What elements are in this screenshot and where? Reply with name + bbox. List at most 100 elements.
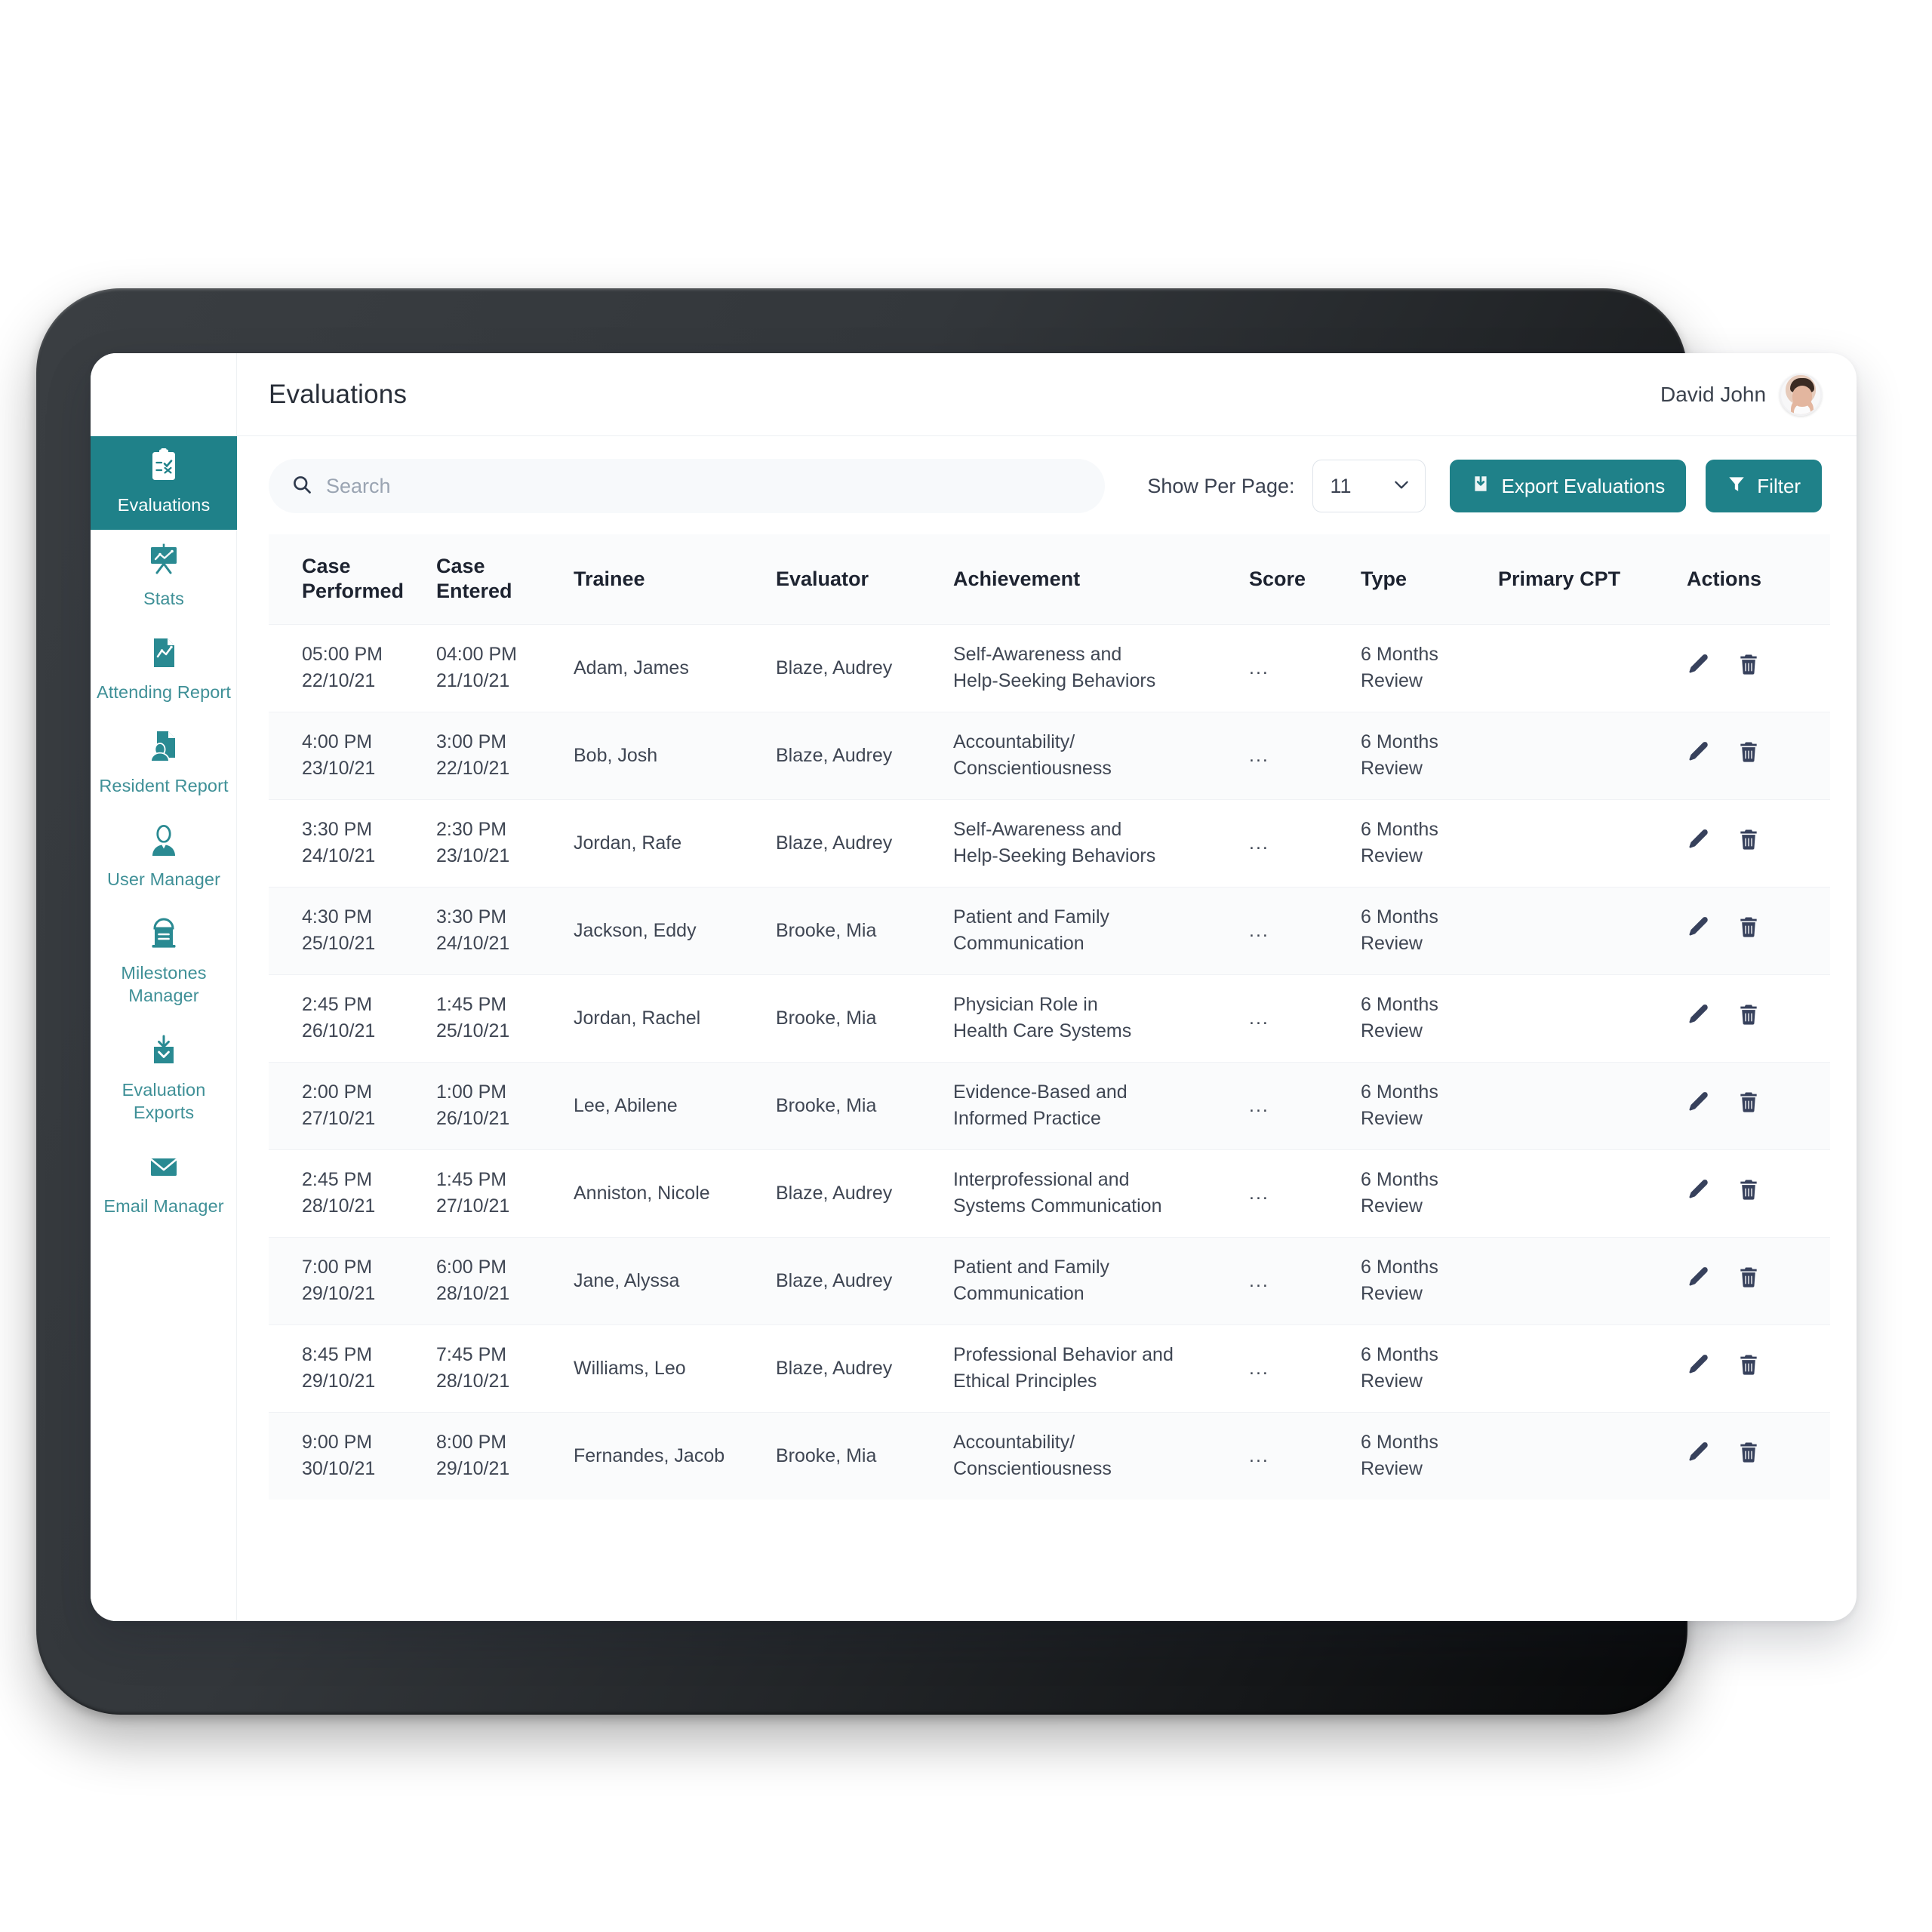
sidebar-item-label: Resident Report — [99, 776, 229, 796]
trash-delete-icon[interactable] — [1737, 740, 1761, 772]
type-line1: 6 Months — [1361, 1081, 1438, 1103]
sidebar-item-email-manager[interactable]: Email Manager — [91, 1137, 237, 1231]
trash-delete-icon[interactable] — [1737, 915, 1761, 947]
type-line2: Review — [1361, 1458, 1423, 1480]
cell-case-entered: 3:30 PM 24/10/21 — [436, 886, 574, 975]
cell-trainee: Jackson, Eddy — [574, 886, 776, 975]
cell-score: ... — [1249, 798, 1361, 888]
table-row[interactable]: 2:45 PM 28/10/21 1:45 PM 27/10/21 Annist… — [269, 1149, 1830, 1238]
trash-delete-icon[interactable] — [1737, 1352, 1761, 1385]
sidebar-item-attending-report[interactable]: Attending Report — [91, 623, 237, 717]
sidebar-item-milestones-manager[interactable]: Milestones Manager — [91, 904, 237, 1020]
column-header-score[interactable]: Score — [1249, 534, 1361, 624]
top-bar: Evaluations David John — [237, 353, 1857, 436]
sidebar-item-evaluation-exports[interactable]: Evaluation Exports — [91, 1021, 237, 1137]
cell-evaluator: Brooke, Mia — [776, 1061, 953, 1150]
table-row[interactable]: 2:45 PM 26/10/21 1:45 PM 25/10/21 Jordan… — [269, 974, 1830, 1063]
table-row[interactable]: 4:00 PM 23/10/21 3:00 PM 22/10/21 Bob, J… — [269, 711, 1830, 800]
sidebar-item-user-manager[interactable]: User Manager — [91, 811, 237, 904]
search-icon — [291, 474, 312, 499]
pencil-edit-icon[interactable] — [1687, 915, 1711, 947]
cell-case-performed: 2:00 PM 27/10/21 — [269, 1061, 436, 1150]
case-performed-date: 25/10/21 — [302, 933, 376, 955]
case-entered-date: 23/10/21 — [436, 845, 510, 867]
sidebar-item-stats[interactable]: Stats — [91, 530, 237, 623]
case-performed-time: 4:00 PM — [302, 731, 373, 752]
column-header-case-entered[interactable]: Case Entered — [436, 534, 574, 624]
case-entered-date: 29/10/21 — [436, 1458, 510, 1480]
column-header-case-performed[interactable]: Case Performed — [269, 534, 436, 624]
trash-delete-icon[interactable] — [1737, 652, 1761, 685]
table-row[interactable]: 7:00 PM 29/10/21 6:00 PM 28/10/21 Jane, … — [269, 1236, 1830, 1325]
export-evaluations-button[interactable]: Export Evaluations — [1450, 460, 1687, 512]
presentation-chart-icon — [97, 542, 231, 581]
app-window: Evaluations Stats Attending Report Resid… — [91, 353, 1857, 1621]
document-chart-icon — [97, 635, 231, 675]
trash-delete-icon[interactable] — [1737, 1090, 1761, 1122]
avatar[interactable] — [1780, 373, 1823, 416]
case-entered-time: 3:30 PM — [436, 906, 507, 928]
type-line1: 6 Months — [1361, 818, 1438, 840]
pencil-edit-icon[interactable] — [1687, 652, 1711, 685]
pencil-edit-icon[interactable] — [1687, 1002, 1711, 1035]
per-page-select[interactable]: 11 — [1312, 460, 1426, 512]
case-performed-date: 29/10/21 — [302, 1371, 376, 1392]
table-row[interactable]: 9:00 PM 30/10/21 8:00 PM 29/10/21 Fernan… — [269, 1411, 1830, 1500]
cell-achievement: Patient and Family Communication — [953, 1236, 1249, 1325]
user-menu[interactable]: David John — [1660, 373, 1823, 416]
column-header-type[interactable]: Type — [1361, 534, 1498, 624]
trash-delete-icon[interactable] — [1737, 1265, 1761, 1297]
column-header-trainee[interactable]: Trainee — [574, 534, 776, 624]
column-header-primary-cpt[interactable]: Primary CPT — [1498, 534, 1687, 624]
case-entered-time: 1:00 PM — [436, 1081, 507, 1103]
case-performed-date: 24/10/21 — [302, 845, 376, 867]
pencil-edit-icon[interactable] — [1687, 1177, 1711, 1210]
table-row[interactable]: 3:30 PM 24/10/21 2:30 PM 23/10/21 Jordan… — [269, 798, 1830, 888]
pencil-edit-icon[interactable] — [1687, 1090, 1711, 1122]
cell-trainee: Anniston, Nicole — [574, 1149, 776, 1238]
case-performed-time: 2:45 PM — [302, 1168, 373, 1190]
pencil-edit-icon[interactable] — [1687, 1265, 1711, 1297]
pencil-edit-icon[interactable] — [1687, 827, 1711, 860]
table-row[interactable]: 2:00 PM 27/10/21 1:00 PM 26/10/21 Lee, A… — [269, 1061, 1830, 1150]
cell-evaluator: Blaze, Audrey — [776, 1149, 953, 1238]
cell-score: ... — [1249, 623, 1361, 712]
cell-primary-cpt — [1498, 886, 1687, 975]
sidebar-item-resident-report[interactable]: Resident Report — [91, 717, 237, 811]
trash-delete-icon[interactable] — [1737, 1002, 1761, 1035]
case-performed-time: 9:00 PM — [302, 1431, 373, 1453]
case-performed-time: 3:30 PM — [302, 818, 373, 840]
cell-trainee: Jane, Alyssa — [574, 1236, 776, 1325]
column-header-achievement[interactable]: Achievement — [953, 534, 1249, 624]
trash-delete-icon[interactable] — [1737, 827, 1761, 860]
sidebar-item-label: User Manager — [106, 869, 221, 890]
filter-button[interactable]: Filter — [1706, 460, 1823, 512]
cell-type: 6 Months Review — [1361, 886, 1498, 975]
chevron-down-icon — [1392, 475, 1411, 498]
table-row[interactable]: 05:00 PM 22/10/21 04:00 PM 21/10/21 Adam… — [269, 623, 1830, 712]
case-entered-time: 1:45 PM — [436, 1168, 507, 1190]
search-field[interactable] — [269, 459, 1105, 513]
column-header-line2: Performed — [302, 580, 405, 603]
pencil-edit-icon[interactable] — [1687, 740, 1711, 772]
column-header-evaluator[interactable]: Evaluator — [776, 534, 953, 624]
search-input[interactable] — [326, 474, 1082, 498]
cell-case-entered: 1:45 PM 27/10/21 — [436, 1149, 574, 1238]
table-row[interactable]: 4:30 PM 25/10/21 3:30 PM 24/10/21 Jackso… — [269, 886, 1830, 975]
pencil-edit-icon[interactable] — [1687, 1352, 1711, 1385]
column-header-actions[interactable]: Actions — [1687, 534, 1830, 624]
cell-case-entered: 3:00 PM 22/10/21 — [436, 711, 574, 800]
trash-delete-icon[interactable] — [1737, 1440, 1761, 1472]
case-entered-time: 3:00 PM — [436, 731, 507, 752]
table-row[interactable]: 8:45 PM 29/10/21 7:45 PM 28/10/21 Willia… — [269, 1324, 1830, 1413]
achievement-line1: Accountability/ — [953, 1431, 1075, 1453]
achievement-line1: Self-Awareness and — [953, 818, 1122, 840]
trash-delete-icon[interactable] — [1737, 1177, 1761, 1210]
pencil-edit-icon[interactable] — [1687, 1440, 1711, 1472]
cell-type: 6 Months Review — [1361, 711, 1498, 800]
cell-achievement: Self-Awareness and Help-Seeking Behavior… — [953, 798, 1249, 888]
sidebar-item-evaluations[interactable]: Evaluations — [91, 436, 237, 531]
evaluations-table-container: Case Performed Case Entered Trainee Evaluator… — [237, 534, 1857, 1621]
cell-trainee: Adam, James — [574, 623, 776, 712]
cell-trainee: Lee, Abilene — [574, 1061, 776, 1150]
